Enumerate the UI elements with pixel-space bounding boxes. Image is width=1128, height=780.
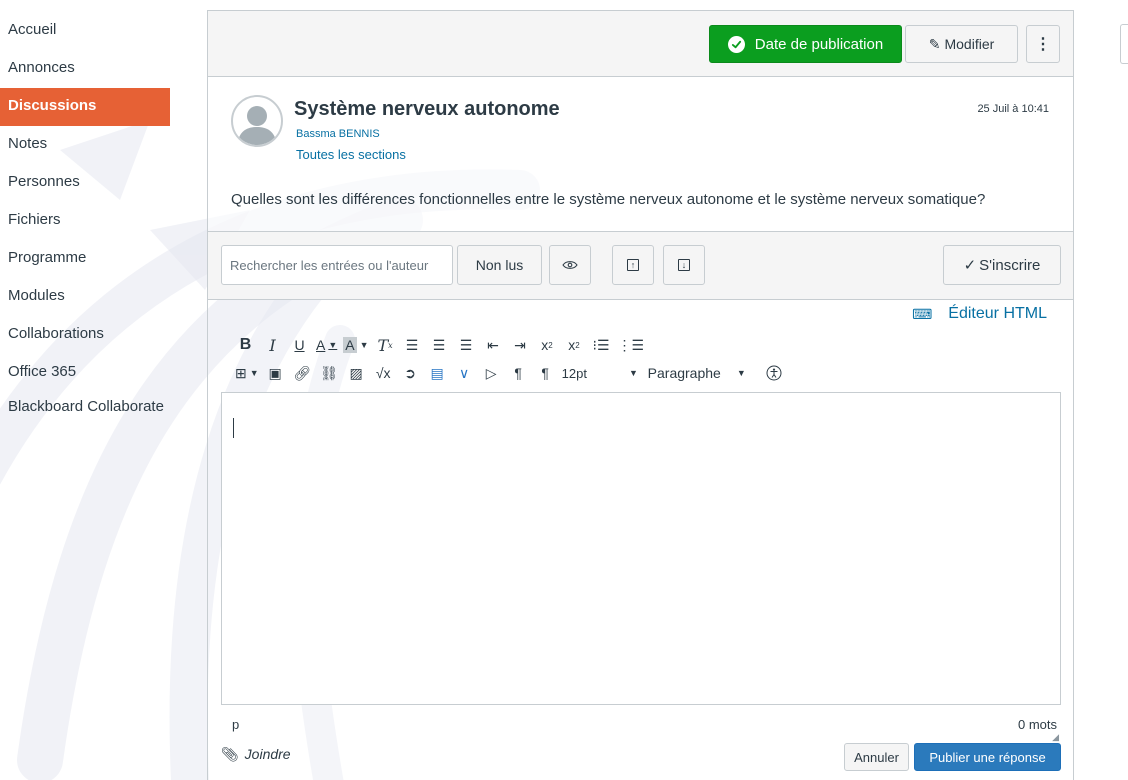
- nav-item-annonces[interactable]: Annonces: [0, 50, 170, 88]
- align-right-icon[interactable]: ☰: [456, 334, 477, 356]
- image-icon[interactable]: ▨: [346, 362, 367, 384]
- user-silhouette-icon: [237, 106, 277, 145]
- table-icon[interactable]: ⊞ ▼: [235, 362, 259, 384]
- course-navigation: Accueil Annonces Discussions Notes Perso…: [0, 12, 170, 452]
- align-center-icon[interactable]: ☰: [429, 334, 450, 356]
- discussion-topic: Système nerveux autonome Bassma BENNIS T…: [208, 77, 1073, 232]
- subscribe-label: S'inscrire: [979, 256, 1041, 274]
- background-color-icon[interactable]: A ▼: [343, 334, 369, 356]
- rtl-direction-icon[interactable]: ¶: [535, 362, 556, 384]
- nav-item-accueil[interactable]: Accueil: [0, 12, 170, 50]
- topic-message: Quelles sont les différences fonctionnel…: [231, 191, 986, 208]
- word-count: 0 mots: [1017, 717, 1057, 732]
- underline-icon[interactable]: U: [289, 334, 310, 356]
- media-embed-icon[interactable]: ▣: [265, 362, 286, 384]
- pencil-icon: ✎: [928, 35, 941, 52]
- nav-item-notes[interactable]: Notes: [0, 126, 170, 164]
- unlink-icon[interactable]: ⛓︎: [319, 362, 340, 384]
- attach-label: Joindre: [244, 746, 291, 762]
- superscript-icon[interactable]: x2: [537, 334, 558, 356]
- font-size-select[interactable]: 12pt ▼: [562, 362, 642, 384]
- right-panel-edge: [1120, 24, 1128, 64]
- record-media-icon[interactable]: ▤: [427, 362, 448, 384]
- link-icon[interactable]: 🔗︎: [292, 362, 313, 384]
- edit-label: Modifier: [944, 36, 995, 52]
- search-entries-input[interactable]: [221, 245, 453, 285]
- discussion-header-bar: Date de publication ✎ Modifier ⋮: [208, 11, 1073, 77]
- resize-handle-icon[interactable]: ◢: [1052, 732, 1059, 743]
- topic-author-link[interactable]: Bassma BENNIS: [296, 128, 380, 140]
- attach-file-link[interactable]: 📎︎ Joindre: [221, 746, 291, 763]
- nav-item-personnes[interactable]: Personnes: [0, 164, 170, 202]
- nav-item-discussions[interactable]: Discussions: [0, 88, 170, 126]
- edit-button[interactable]: ✎ Modifier: [905, 25, 1018, 63]
- bold-icon[interactable]: B: [235, 334, 256, 356]
- topic-title: Système nerveux autonome: [294, 98, 560, 120]
- formatting-toolbar-row-2: ⊞ ▼ ▣ 🔗︎ ⛓︎ ▨ √x ➲ ▤ ∨ ▷ ¶ ¶ 12pt ▼ Parag…: [235, 362, 791, 384]
- discussion-panel: Date de publication ✎ Modifier ⋮ Système…: [207, 10, 1074, 780]
- reply-text-area[interactable]: [221, 392, 1061, 705]
- avatar[interactable]: [231, 95, 283, 147]
- scroll-down-icon: ↓: [678, 259, 690, 271]
- bullet-list-icon[interactable]: ⁝☰: [591, 334, 612, 356]
- subscribe-button[interactable]: ✓ S'inscrire: [943, 245, 1061, 285]
- check-circle-icon: [727, 35, 745, 53]
- expand-replies-button[interactable]: ↓: [663, 245, 705, 285]
- nav-item-programme[interactable]: Programme: [0, 240, 170, 278]
- formatting-toolbar-row-1: B I U A ▼ A ▼ Tx ☰ ☰ ☰ ⇤ ⇥ x2 x2 ⁝☰ ⋮☰: [235, 334, 650, 356]
- nav-item-blackboard-collaborate[interactable]: Blackboard Collaborate: [0, 392, 170, 452]
- ltr-direction-icon[interactable]: ¶: [508, 362, 529, 384]
- video-icon[interactable]: ▷: [481, 362, 502, 384]
- subscript-icon[interactable]: x2: [564, 334, 585, 356]
- font-size-value: 12pt: [561, 365, 587, 381]
- publish-date-label: Date de publication: [754, 35, 884, 53]
- unread-filter-button[interactable]: Non lus: [457, 245, 542, 285]
- nav-item-collaborations[interactable]: Collaborations: [0, 316, 170, 354]
- align-left-icon[interactable]: ☰: [402, 334, 423, 356]
- chevron-down-icon: ▼: [628, 368, 638, 378]
- more-options-button[interactable]: ⋮: [1026, 25, 1060, 63]
- reply-editor: ⌨ Éditeur HTML B I U A ▼ A ▼ Tx ☰ ☰ ☰ ⇤ ⇥ …: [208, 300, 1073, 780]
- clear-formatting-icon[interactable]: Tx: [375, 334, 396, 356]
- text-color-icon[interactable]: A ▼: [316, 334, 337, 356]
- html-editor-label: Éditeur HTML: [948, 305, 1047, 322]
- discussion-toolbar: Non lus ↑ ↓ ✓ S'inscrire: [208, 232, 1073, 300]
- accessibility-checker-icon[interactable]: [764, 362, 785, 384]
- block-format-value: Paragraphe: [647, 365, 721, 381]
- nav-item-fichiers[interactable]: Fichiers: [0, 202, 170, 240]
- numbered-list-icon[interactable]: ⋮☰: [618, 334, 645, 356]
- math-equation-icon[interactable]: √x: [373, 362, 394, 384]
- checkmark-icon: ✓: [963, 257, 977, 274]
- more-vertical-icon: ⋮: [1035, 36, 1051, 53]
- topic-date: 25 Juil à 10:41: [977, 103, 1049, 115]
- indent-icon[interactable]: ⇥: [510, 334, 531, 356]
- html-editor-link[interactable]: ⌨ Éditeur HTML: [912, 305, 1047, 323]
- publish-date-button[interactable]: Date de publication: [709, 25, 902, 63]
- element-path: p: [232, 717, 240, 732]
- collapse-replies-button[interactable]: ↑: [612, 245, 654, 285]
- paperclip-icon: 📎︎: [221, 746, 239, 762]
- nav-item-office-365[interactable]: Office 365: [0, 354, 170, 392]
- chevron-down-tool-icon[interactable]: ∨: [454, 362, 475, 384]
- topic-sections-link[interactable]: Toutes les sections: [296, 147, 406, 162]
- unread-filter-label: Non lus: [475, 257, 524, 273]
- mark-all-read-button[interactable]: [549, 245, 591, 285]
- scroll-up-icon: ↑: [627, 259, 639, 271]
- cancel-label: Annuler: [854, 749, 899, 765]
- chevron-down-icon: ▼: [736, 368, 746, 378]
- eye-icon: [562, 261, 578, 269]
- block-format-select[interactable]: Paragraphe ▼: [648, 362, 758, 384]
- italic-icon[interactable]: I: [262, 334, 283, 356]
- cancel-button[interactable]: Annuler: [844, 743, 909, 771]
- post-reply-button[interactable]: Publier une réponse: [914, 743, 1061, 771]
- outdent-icon[interactable]: ⇤: [483, 334, 504, 356]
- text-cursor: [233, 418, 234, 438]
- keyboard-icon[interactable]: ⌨: [912, 306, 932, 323]
- lti-apps-icon[interactable]: ➲: [400, 362, 421, 384]
- post-reply-label: Publier une réponse: [929, 749, 1046, 765]
- nav-item-modules[interactable]: Modules: [0, 278, 170, 316]
